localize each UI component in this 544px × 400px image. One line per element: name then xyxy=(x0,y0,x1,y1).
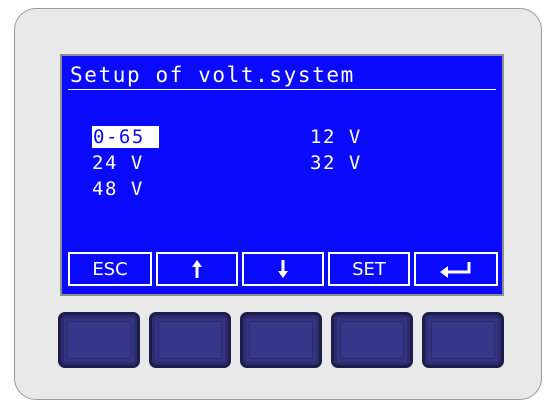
hardware-key-face xyxy=(158,321,222,359)
option-12v[interactable]: 12 V xyxy=(310,126,362,148)
set-softkey[interactable]: SET xyxy=(328,252,410,286)
option-48v[interactable]: 48 V xyxy=(92,178,144,200)
option-0-65[interactable]: 0-65 xyxy=(92,126,159,148)
lcd-screen: Setup of volt.system 0-65 24 V 48 V 12 V… xyxy=(60,54,504,296)
enter-icon xyxy=(440,262,471,278)
enter-softkey[interactable] xyxy=(414,252,498,286)
hardware-key-face xyxy=(431,321,495,359)
title-divider xyxy=(68,89,496,90)
hardware-key-4[interactable] xyxy=(331,312,413,368)
esc-softkey[interactable]: ESC xyxy=(68,252,152,286)
hardware-key-5[interactable] xyxy=(422,312,504,368)
hardware-key-row xyxy=(58,312,504,370)
arrow-down-icon xyxy=(278,260,288,278)
hardware-key-1[interactable] xyxy=(58,312,140,368)
option-32v[interactable]: 32 V xyxy=(310,152,362,174)
softkey-bar: ESC SET xyxy=(68,252,498,288)
hardware-key-2[interactable] xyxy=(149,312,231,368)
option-24v[interactable]: 24 V xyxy=(92,152,144,174)
hardware-key-face xyxy=(340,321,404,359)
down-softkey[interactable] xyxy=(242,252,324,286)
hardware-key-face xyxy=(249,321,313,359)
hardware-key-face xyxy=(67,321,131,359)
arrow-up-icon xyxy=(192,260,202,278)
hardware-key-3[interactable] xyxy=(240,312,322,368)
screen-title: Setup of volt.system xyxy=(70,63,355,87)
up-softkey[interactable] xyxy=(156,252,238,286)
